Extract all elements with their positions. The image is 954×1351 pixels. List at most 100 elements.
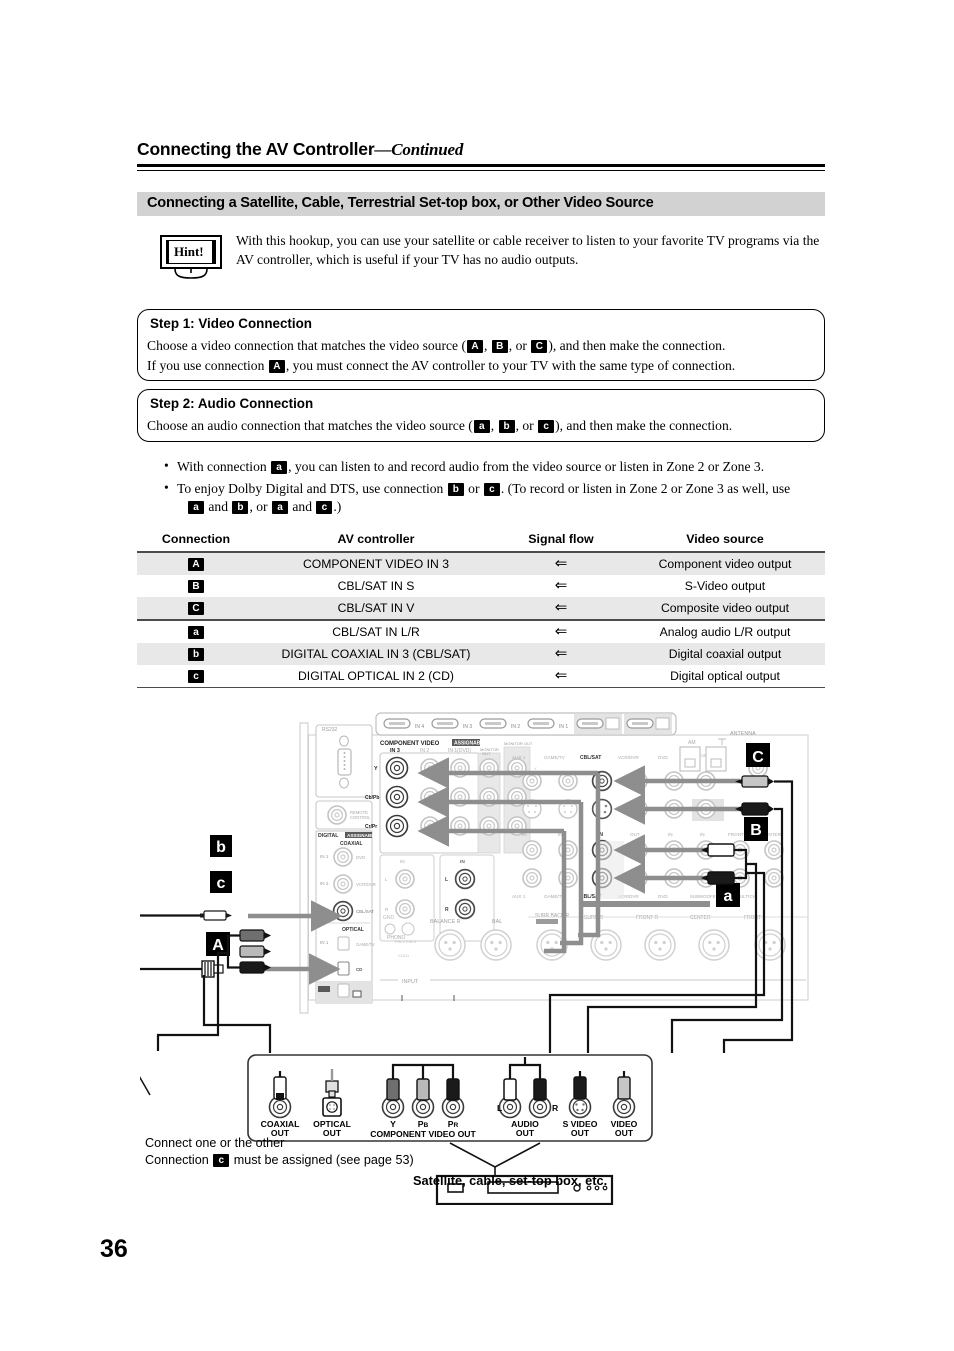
svg-text:Y: Y bbox=[374, 766, 378, 772]
svg-text:AM: AM bbox=[688, 740, 696, 746]
svg-text:c: c bbox=[217, 875, 226, 892]
svg-text:L: L bbox=[385, 877, 388, 882]
svg-text:B: B bbox=[750, 822, 762, 839]
svg-text:IN 4: IN 4 bbox=[415, 724, 424, 730]
svg-text:AUX 1: AUX 1 bbox=[512, 894, 526, 899]
svg-text:L: L bbox=[445, 877, 448, 883]
svg-text:GND: GND bbox=[383, 915, 395, 921]
cell-signal-flow: ⇐ bbox=[554, 645, 568, 662]
svg-text:IN 1: IN 1 bbox=[559, 724, 568, 730]
step-2-line1-post: ), and then make the connection. bbox=[555, 418, 733, 433]
svg-text:DVD: DVD bbox=[356, 855, 365, 860]
badge-b-bullet2: b bbox=[447, 483, 464, 496]
cell-signal-flow: ⇐ bbox=[554, 667, 568, 684]
svg-text:ASSIGNABLE: ASSIGNABLE bbox=[454, 741, 487, 747]
svg-text:FRONT R: FRONT R bbox=[636, 915, 659, 921]
svg-text:CBL/SAT: CBL/SAT bbox=[356, 909, 374, 914]
svg-text:Cr/Pr: Cr/Pr bbox=[365, 824, 377, 830]
svg-text:COMPONENT VIDEO: COMPONENT VIDEO bbox=[380, 741, 440, 747]
header-rule-thick bbox=[137, 164, 825, 167]
svg-text:DVD: DVD bbox=[658, 894, 668, 899]
svg-text:IN: IN bbox=[668, 832, 673, 837]
cell-connection: C bbox=[137, 597, 255, 620]
bullet-dot-2: • bbox=[164, 480, 169, 495]
page-header: Connecting the AV Controller—Continued bbox=[137, 139, 825, 160]
note-assign: Connection c must be assigned (see page … bbox=[145, 1153, 414, 1167]
svg-text:CONTROL: CONTROL bbox=[350, 815, 371, 820]
cell-av-controller: CBL/SAT IN L/R bbox=[332, 625, 420, 639]
badge-a-bullet1: a bbox=[271, 461, 288, 474]
svg-text:OUT: OUT bbox=[630, 832, 640, 837]
page-title: Connecting the AV Controller—Continued bbox=[137, 139, 825, 160]
cell-video-source: Digital optical output bbox=[670, 669, 780, 683]
svg-text:OUT: OUT bbox=[323, 1128, 342, 1138]
table-row: B CBL/SAT IN S ⇐ S-Video output bbox=[137, 575, 825, 597]
table-row: a CBL/SAT IN L/R ⇐ Analog audio L/R outp… bbox=[137, 620, 825, 643]
svg-text:IN: IN bbox=[460, 859, 465, 865]
step-1-title: Step 1: Video Connection bbox=[150, 316, 312, 331]
hint-text: With this hookup, you can use your satel… bbox=[236, 233, 820, 267]
svg-text:OUT: OUT bbox=[482, 751, 491, 756]
section-band: Connecting a Satellite, Cable, Terrestri… bbox=[137, 192, 825, 216]
cell-signal-flow: ⇐ bbox=[554, 623, 568, 640]
hint-label: Hint! bbox=[174, 244, 204, 259]
cell-av-controller: CBL/SAT IN S bbox=[337, 579, 415, 593]
component-in3-y-jack bbox=[385, 756, 409, 780]
svg-text:OUT: OUT bbox=[516, 1128, 535, 1138]
badge-c-note: c bbox=[213, 1154, 230, 1167]
badge-C-row: C bbox=[188, 602, 204, 615]
svg-text:CBL/SAT: CBL/SAT bbox=[580, 755, 601, 761]
component-in3-cr-jack bbox=[385, 814, 409, 838]
cell-video-source: Component video output bbox=[658, 557, 792, 571]
svg-text:Cb/Pb: Cb/Pb bbox=[365, 795, 379, 801]
cell-av-controller: CBL/SAT IN V bbox=[337, 601, 415, 615]
svg-text:GAME/TV: GAME/TV bbox=[544, 755, 566, 760]
cell-connection: A bbox=[137, 552, 255, 575]
step-2-sep1: , bbox=[490, 418, 498, 433]
step-1-line1-post: ), and then make the connection. bbox=[548, 338, 726, 353]
badge-c-step2: c bbox=[538, 420, 555, 433]
bullet-dot-1: • bbox=[164, 458, 169, 473]
note-connect-one: Connect one or the other bbox=[145, 1136, 285, 1150]
bullet-1-post: , you can listen to and record audio fro… bbox=[288, 459, 765, 474]
svg-text:GAME/TV: GAME/TV bbox=[356, 942, 375, 947]
tv-bar-left bbox=[166, 240, 169, 264]
step-2-title: Step 2: Audio Connection bbox=[150, 396, 314, 411]
svg-text:A: A bbox=[212, 937, 224, 954]
tv-icon: Hint! bbox=[160, 235, 222, 269]
badge-a-bullet2-l2: a bbox=[188, 501, 204, 514]
badge-b-bullet2-l2: b bbox=[232, 501, 249, 514]
step-1-box: Step 1: Video Connection Choose a video … bbox=[137, 309, 825, 381]
svg-text:IN 1: IN 1 bbox=[320, 940, 329, 945]
svg-text:COMPONENT VIDEO OUT: COMPONENT VIDEO OUT bbox=[370, 1129, 476, 1139]
bullet-2-l2-m2: , or bbox=[249, 499, 271, 514]
tv-stand-icon bbox=[174, 268, 208, 279]
cell-signal-flow: ⇐ bbox=[554, 577, 568, 594]
bullet-1-pre: With connection bbox=[177, 459, 271, 474]
svg-text:INPUT: INPUT bbox=[402, 979, 419, 985]
step-1-line1-pre: Choose a video connection that matches t… bbox=[147, 338, 466, 353]
page-number: 36 bbox=[100, 1235, 128, 1263]
svg-text:COLD: COLD bbox=[398, 953, 409, 958]
cell-connection: B bbox=[137, 575, 255, 597]
svg-text:MONITOR OUT: MONITOR OUT bbox=[504, 741, 533, 746]
page-title-text: Connecting the AV Controller bbox=[137, 139, 375, 159]
step-1-line2-post: , you must connect the AV controller to … bbox=[285, 358, 736, 373]
bullet-2-mid2: . (To record or listen in Zone 2 or Zone… bbox=[500, 481, 791, 496]
svg-text:OPTICAL: OPTICAL bbox=[342, 927, 364, 933]
svg-text:L: L bbox=[497, 1103, 502, 1113]
cell-connection: c bbox=[137, 665, 255, 688]
step-2-box: Step 2: Audio Connection Choose an audio… bbox=[137, 389, 825, 442]
connection-diagram: IN 4 IN 3 IN 2 IN 1 RS232 REMOTE CONTROL bbox=[140, 695, 830, 1205]
th-video-source: Video source bbox=[686, 532, 764, 546]
svg-text:IN: IN bbox=[700, 832, 705, 837]
svg-text:Y: Y bbox=[534, 766, 537, 771]
svg-text:IN 1: IN 1 bbox=[320, 854, 329, 859]
svg-text:b: b bbox=[216, 839, 226, 856]
tv-bar-right bbox=[212, 240, 215, 264]
svg-text:IN 3: IN 3 bbox=[390, 748, 400, 754]
svg-text:AUX 1: AUX 1 bbox=[512, 755, 526, 760]
svg-text:IN 3: IN 3 bbox=[320, 908, 329, 914]
step-2-sep2: , or bbox=[515, 418, 538, 433]
badge-a-row: a bbox=[188, 626, 204, 639]
